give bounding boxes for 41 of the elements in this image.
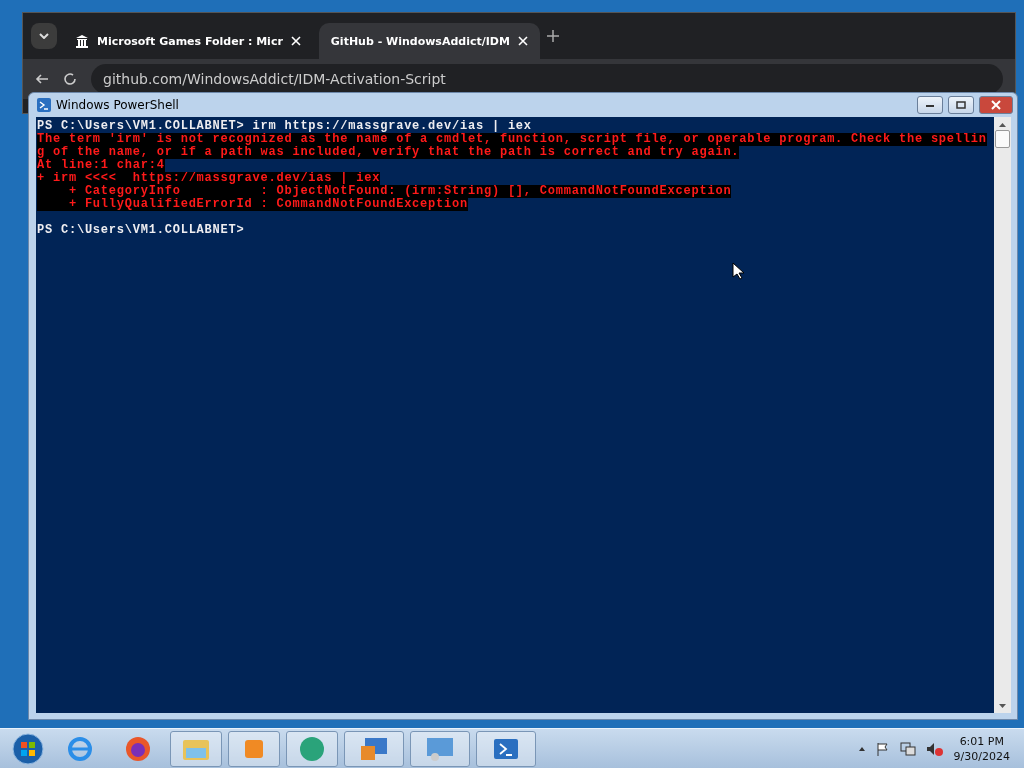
close-icon[interactable] xyxy=(517,36,528,46)
taskbar-item[interactable] xyxy=(476,730,536,767)
address-field[interactable]: github.com/WindowsAddict/IDM-Activation-Script xyxy=(91,64,1003,94)
caret-icon[interactable] xyxy=(857,745,866,752)
error-text: + FullyQualifiedErrorId : CommandNotFoundException xyxy=(37,198,468,211)
console-text: PS C:\Users\VM1.COLLABNET> xyxy=(37,224,245,237)
new-tab-icon[interactable] xyxy=(545,29,560,43)
window-title: Windows PowerShell xyxy=(56,98,180,112)
error-text: + irm <<<< https://massgrave.dev/ias | iex xyxy=(37,172,381,185)
browser-tab[interactable]: Microsoft Games Folder : Micr xyxy=(63,23,313,59)
close-icon[interactable] xyxy=(290,36,301,46)
speaker-muted-icon[interactable] xyxy=(925,741,944,756)
maximize-icon xyxy=(956,101,966,109)
error-text: At line:1 char:4 xyxy=(37,159,165,172)
computer-icon xyxy=(359,735,389,762)
mouse-cursor-icon xyxy=(732,262,744,280)
tab-search-button[interactable] xyxy=(31,23,57,49)
error-text: + CategoryInfo : ObjectNotFound: (irm:String) [], CommandNotFoundException xyxy=(37,185,732,198)
close-button[interactable] xyxy=(979,96,1013,114)
error-text: g of the name, or if a path was included, verify that the path is correct and try again. xyxy=(37,146,740,159)
flag-icon[interactable] xyxy=(875,741,890,756)
scroll-down-icon[interactable] xyxy=(998,703,1007,709)
reload-icon[interactable] xyxy=(63,72,77,86)
maximize-button[interactable] xyxy=(948,96,974,114)
browser-tab[interactable]: GitHub - WindowsAddict/IDM xyxy=(318,23,540,59)
taskbar-item[interactable] xyxy=(344,730,404,767)
network-icon[interactable] xyxy=(899,741,916,756)
scroll-thumb[interactable] xyxy=(995,130,1010,148)
close-icon xyxy=(991,100,1001,110)
scrollbar[interactable] xyxy=(994,117,1011,713)
powershell-icon xyxy=(37,98,51,112)
museum-icon xyxy=(75,34,89,48)
error-text: The term 'irm' is not recognized as the name of a cmdlet, function, script file, or operable program. Check the spellin xyxy=(37,133,987,146)
caret-icon xyxy=(39,33,49,39)
minimize-icon xyxy=(925,102,935,108)
clock[interactable]: 6:01 PM 9/30/2024 xyxy=(953,733,1010,764)
scroll-up-icon[interactable] xyxy=(998,122,1007,128)
powershell-icon xyxy=(493,737,519,760)
minimize-button[interactable] xyxy=(917,96,943,114)
back-icon[interactable] xyxy=(35,72,49,86)
console-text: PS C:\Users\VM1.COLLABNET> irm https://massgrave.dev/ias | iex xyxy=(37,120,532,133)
